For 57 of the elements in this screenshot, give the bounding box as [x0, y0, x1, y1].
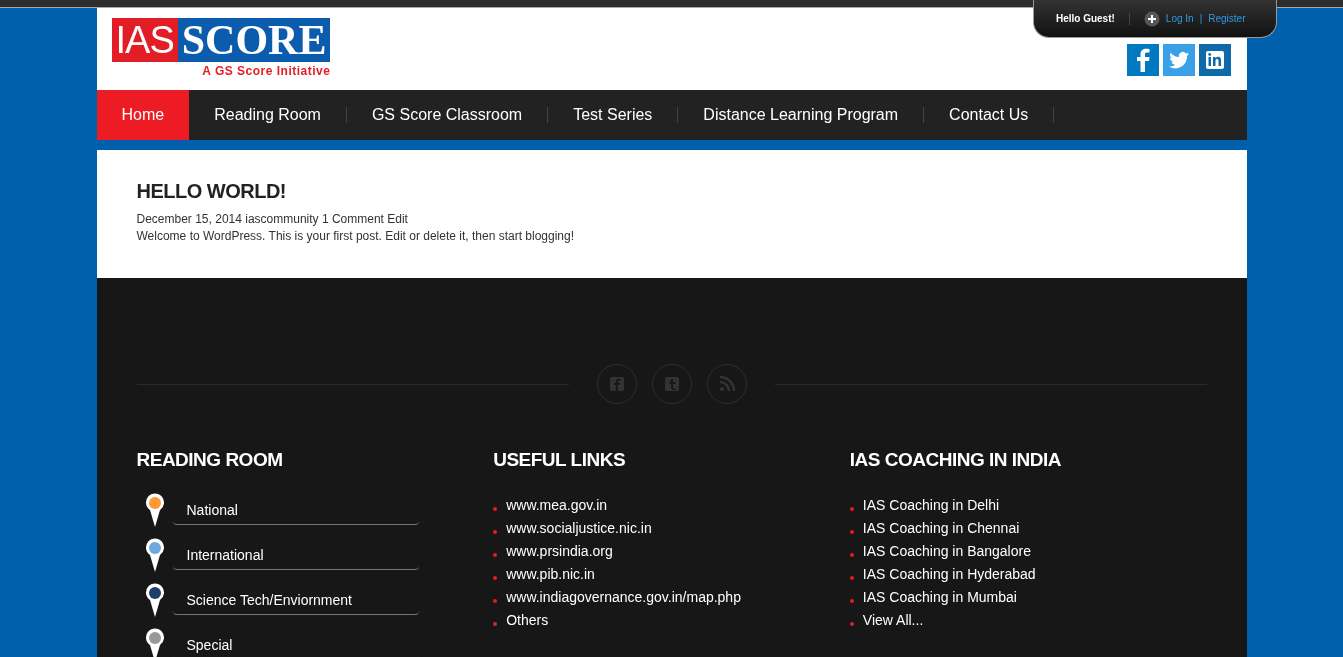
bullet-icon — [493, 552, 498, 557]
bullet-icon — [849, 529, 854, 534]
category-link[interactable]: National — [172, 495, 419, 525]
nav-tab[interactable]: Test Series — [548, 90, 678, 140]
bullet-icon — [493, 575, 498, 580]
nav-tab[interactable]: Contact Us — [924, 90, 1054, 140]
post-title[interactable]: HELLO WORLD! — [136, 180, 1207, 203]
category-link[interactable]: Special — [172, 630, 419, 657]
login-link[interactable]: Log In — [1165, 13, 1194, 24]
section-heading: IAS COACHING IN INDIA — [849, 449, 1063, 471]
nav-tab[interactable]: Distance Learning Program — [678, 90, 924, 140]
footer-link[interactable]: View All... — [862, 611, 924, 628]
post-body: Welcome to WordPress. This is your first post. Edit or delete it, then start blogging! — [136, 228, 576, 245]
footer-link[interactable]: IAS Coaching in Delhi — [862, 496, 1000, 513]
bullet-icon — [849, 552, 854, 557]
footer-link[interactable]: Others — [506, 611, 549, 628]
plus-icon[interactable] — [1143, 10, 1160, 27]
separator-text: | — [1199, 13, 1203, 24]
greeting-text: Hello Guest! — [1055, 13, 1115, 24]
map-pin-icon — [144, 583, 165, 617]
bullet-icon — [849, 621, 854, 626]
footer-link[interactable]: www.socialjustice.nic.in — [506, 519, 652, 536]
bullet-icon — [493, 598, 498, 603]
bullet-icon — [493, 621, 498, 626]
footer-link[interactable]: IAS Coaching in Chennai — [862, 519, 1020, 536]
map-pin-icon — [144, 538, 165, 572]
bullet-icon — [849, 598, 854, 603]
facebook-icon[interactable] — [1126, 44, 1159, 76]
map-pin-icon — [144, 628, 165, 657]
register-link[interactable]: Register — [1208, 13, 1246, 24]
logo-text[interactable]: SCORE — [177, 18, 331, 62]
tumblr-icon[interactable] — [651, 364, 692, 404]
category-link[interactable]: International — [172, 540, 419, 570]
bullet-icon — [493, 506, 498, 511]
footer-link[interactable]: www.prsindia.org — [506, 542, 613, 559]
map-pin-icon — [144, 493, 165, 527]
rss-icon[interactable] — [706, 364, 747, 404]
nav-tab[interactable]: Reading Room — [189, 90, 346, 140]
section-heading: USEFUL LINKS — [493, 449, 627, 471]
logo-text[interactable]: IAS — [111, 18, 178, 62]
linkedin-icon[interactable] — [1198, 44, 1231, 76]
bullet-icon — [849, 575, 854, 580]
footer-link[interactable]: www.pib.nic.in — [506, 565, 595, 582]
category-link[interactable]: Science Tech/Enviornment — [172, 585, 419, 615]
footer-link[interactable]: IAS Coaching in Hyderabad — [862, 565, 1036, 582]
bullet-icon — [849, 506, 854, 511]
post-meta: December 15, 2014 iascommunity 1 Comment Edit — [136, 211, 409, 228]
footer-link[interactable]: www.mea.gov.in — [506, 496, 608, 513]
footer-link[interactable]: IAS Coaching in Mumbai — [862, 588, 1017, 605]
logo-tagline: A GS Score Initiative — [202, 64, 331, 78]
footer-link[interactable]: www.indiagovernance.gov.in/map.php — [506, 588, 741, 605]
footer-link[interactable]: IAS Coaching in Bangalore — [862, 542, 1031, 559]
twitter-icon[interactable] — [1162, 44, 1195, 76]
nav-tab[interactable]: Home — [96, 90, 190, 140]
section-heading: READING ROOM — [136, 449, 284, 471]
bullet-icon — [493, 529, 498, 534]
nav-tab[interactable]: GS Score Classroom — [346, 90, 548, 140]
